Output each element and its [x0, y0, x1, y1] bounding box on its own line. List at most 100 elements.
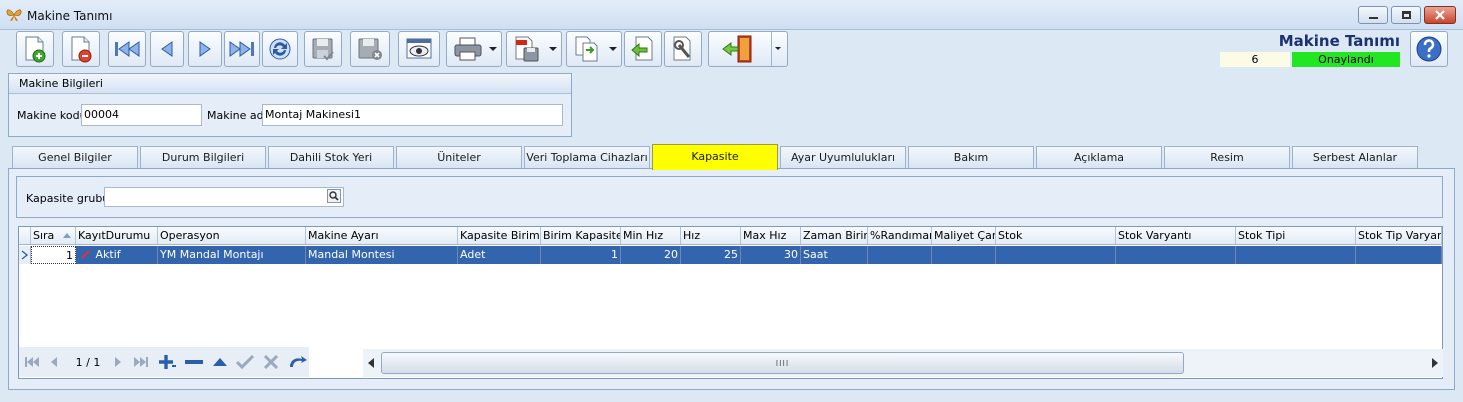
lookup-button[interactable] — [327, 189, 342, 205]
maximize-button[interactable] — [1391, 6, 1421, 24]
column-header[interactable]: Maliyet Çarp — [932, 227, 996, 245]
tab-kapasite[interactable]: Kapasite — [652, 144, 778, 170]
tab-bakim[interactable]: Bakım — [908, 146, 1034, 168]
nav-delete-button[interactable] — [183, 354, 205, 370]
machine-name-field[interactable]: Montaj Makinesi1 — [262, 104, 563, 126]
column-header[interactable]: Zaman Birimi — [801, 227, 868, 245]
grid-cell[interactable]: 1 — [541, 246, 621, 264]
settings-button[interactable] — [664, 31, 702, 67]
tab-genel-bilgiler[interactable]: Genel Bilgiler — [12, 146, 138, 168]
save-close-button[interactable] — [350, 31, 390, 67]
help-icon — [1416, 36, 1442, 62]
grid-cell[interactable]: Adet — [458, 246, 541, 264]
nav-refresh-button[interactable] — [287, 354, 309, 370]
refresh-button[interactable] — [262, 31, 298, 67]
next-icon — [115, 357, 121, 367]
row-indicator[interactable] — [19, 246, 31, 264]
column-header[interactable]: Operasyon — [158, 227, 306, 245]
grid-cell[interactable] — [1356, 246, 1442, 264]
first-icon — [25, 357, 39, 367]
save-button[interactable] — [304, 31, 342, 67]
nav-post-button[interactable] — [235, 354, 255, 370]
column-header[interactable]: Stok Tip Varyantı — [1356, 227, 1442, 245]
tab-veri-toplama-cihazlari[interactable]: Veri Toplama Cihazları — [524, 146, 650, 168]
nav-edit-button[interactable] — [211, 354, 229, 370]
grid-cell[interactable] — [1116, 246, 1236, 264]
tab-durum-bilgileri[interactable]: Durum Bilgileri — [140, 146, 266, 168]
tab-serbest-alanlar[interactable]: Serbest Alanlar — [1292, 146, 1418, 168]
grid-cell[interactable]: Mandal Montesi — [306, 246, 458, 264]
grid-cell[interactable]: Saat — [801, 246, 868, 264]
next-record-button[interactable] — [188, 31, 222, 67]
nav-add-button[interactable] — [157, 354, 177, 370]
prev-record-button[interactable] — [150, 31, 184, 67]
nav-prev-button[interactable] — [47, 354, 61, 370]
toolbar-separator — [771, 32, 772, 66]
machine-definition-window: Makine Tanımı Makine Tanımı 6 Onaylandı … — [0, 0, 1463, 402]
nav-first-button[interactable] — [23, 354, 41, 370]
capacity-group-field[interactable] — [104, 187, 344, 207]
column-header-label: Sıra — [33, 229, 55, 242]
close-button[interactable] — [1424, 6, 1456, 24]
column-header[interactable]: Kapasite Birimi — [458, 227, 541, 245]
column-header[interactable]: Sıra — [31, 227, 76, 245]
grid-cell[interactable]: Aktif — [76, 246, 158, 264]
nav-last-button[interactable] — [131, 354, 151, 370]
record-count: 6 — [1220, 52, 1290, 67]
tab-ayar-uyumluluklari[interactable]: Ayar Uyumlulukları — [780, 146, 906, 168]
print-button[interactable] — [446, 31, 502, 67]
export-pdf-button[interactable] — [506, 31, 562, 67]
column-header[interactable]: Birim Kapasite — [541, 227, 621, 245]
horizontal-scrollbar[interactable]: IIII — [363, 349, 1443, 377]
preview-button[interactable] — [398, 31, 440, 67]
grid-cell[interactable]: 30 — [741, 246, 801, 264]
nav-page-indicator: 1 / 1 — [75, 355, 101, 369]
grid-cell[interactable] — [932, 246, 996, 264]
exit-button[interactable] — [708, 31, 788, 67]
column-header[interactable]: %Randıman — [868, 227, 932, 245]
first-icon — [115, 41, 140, 57]
last-icon — [134, 357, 148, 367]
grid-cell[interactable] — [868, 246, 932, 264]
machine-code-label: Makine kodu — [17, 109, 87, 122]
machine-code-field[interactable]: 00004 — [81, 104, 202, 126]
column-header[interactable]: Stok Tipi — [1236, 227, 1356, 245]
tab-uniteler[interactable]: Üniteler — [396, 146, 522, 168]
scroll-right-icon[interactable] — [1431, 358, 1439, 368]
minimize-button[interactable] — [1358, 6, 1388, 24]
column-header[interactable]: Max Hız — [741, 227, 801, 245]
column-header[interactable]: Stok Varyantı — [1116, 227, 1236, 245]
delete-record-button[interactable] — [62, 31, 100, 67]
chevron-down-icon — [775, 47, 781, 50]
tab-aciklama[interactable]: Açıklama — [1036, 146, 1162, 168]
first-record-button[interactable] — [108, 31, 146, 67]
grid-cell[interactable]: 20 — [621, 246, 681, 264]
checkmark-icon — [236, 355, 254, 369]
save-close-icon — [358, 38, 382, 60]
tab-dahili-stok-yeri[interactable]: Dahili Stok Yeri — [268, 146, 394, 168]
column-header[interactable]: Hız — [681, 227, 741, 245]
help-button[interactable] — [1410, 31, 1448, 67]
grid-cell[interactable] — [996, 246, 1116, 264]
new-record-button[interactable] — [16, 31, 54, 67]
window-title: Makine Tanımı — [27, 9, 113, 23]
import-button[interactable] — [624, 31, 662, 67]
column-header[interactable]: Stok — [996, 227, 1116, 245]
last-record-button[interactable] — [224, 31, 260, 67]
grid-cell[interactable]: YM Mandal Montajı — [158, 246, 306, 264]
nav-next-button[interactable] — [111, 354, 125, 370]
column-header[interactable]: Min Hız — [621, 227, 681, 245]
grid-cell[interactable] — [1236, 246, 1356, 264]
scroll-thumb[interactable]: IIII — [381, 352, 1184, 374]
nav-cancel-button[interactable] — [261, 354, 281, 370]
scroll-left-icon[interactable] — [367, 358, 375, 368]
column-header[interactable]: Makine Ayarı — [306, 227, 458, 245]
copy-button[interactable] — [566, 31, 622, 67]
grid-cell[interactable]: 25 — [681, 246, 741, 264]
printer-icon — [454, 37, 482, 61]
record-status-text: Aktif — [95, 248, 121, 261]
tab-resim[interactable]: Resim — [1164, 146, 1290, 168]
search-icon — [327, 189, 341, 203]
grid-cell[interactable]: 1 — [31, 246, 76, 264]
column-header[interactable]: KayıtDurumu — [76, 227, 158, 245]
